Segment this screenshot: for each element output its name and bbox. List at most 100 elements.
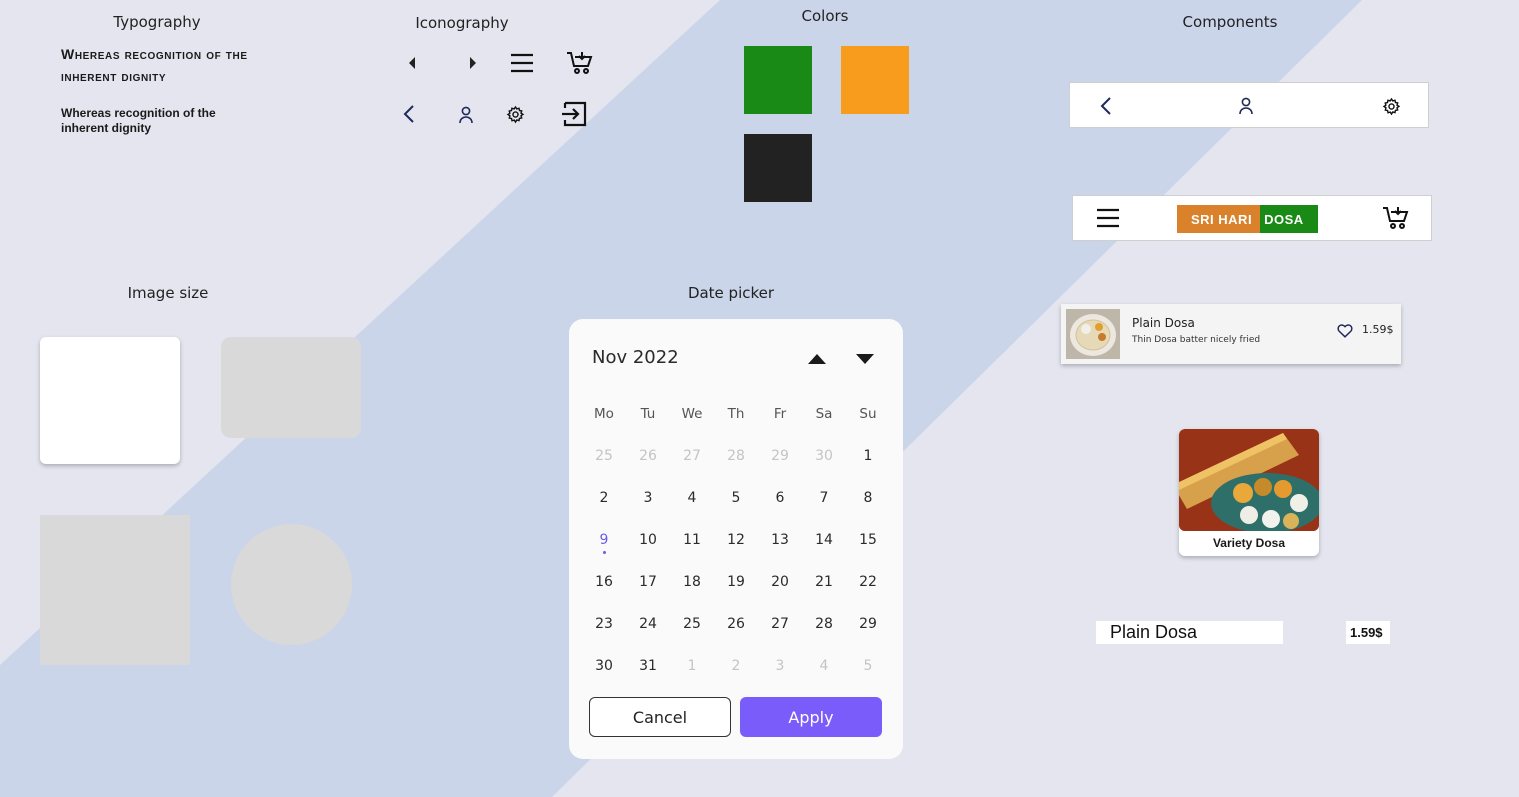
food-card-image xyxy=(1179,429,1319,531)
image-placeholder-card xyxy=(40,337,180,464)
back-chevron-icon[interactable] xyxy=(1096,95,1116,117)
weekday-header: Mo Tu We Th Fr Sa Su xyxy=(582,393,890,435)
calendar-day-outside-month[interactable]: 5 xyxy=(846,658,890,674)
calendar-day[interactable]: 20 xyxy=(758,574,802,590)
chevron-left-icon xyxy=(400,104,418,124)
color-swatch-orange xyxy=(841,46,909,114)
colors-section-title: Colors xyxy=(801,7,849,25)
calendar-day[interactable]: 18 xyxy=(670,574,714,590)
calendar-day-outside-month[interactable]: 30 xyxy=(802,448,846,464)
calendar-day-outside-month[interactable]: 28 xyxy=(714,448,758,464)
calendar-day[interactable]: 16 xyxy=(582,574,626,590)
menu-item-thumbnail xyxy=(1066,309,1120,359)
shopping-cart-icon[interactable] xyxy=(1381,204,1411,232)
calendar-day-outside-month[interactable]: 27 xyxy=(670,448,714,464)
user-icon xyxy=(457,105,475,125)
calendar-day[interactable]: 8 xyxy=(846,490,890,506)
calendar-day[interactable]: 28 xyxy=(802,616,846,632)
caret-left-icon xyxy=(404,54,422,72)
weekday-label: Th xyxy=(727,406,745,422)
weekday-label: Mo xyxy=(594,406,614,422)
calendar-day[interactable]: 30 xyxy=(582,658,626,674)
image-placeholder-circle xyxy=(231,524,352,645)
calendar-day[interactable]: 22 xyxy=(846,574,890,590)
previous-month-button[interactable] xyxy=(804,349,830,369)
next-month-button[interactable] xyxy=(852,349,878,369)
calendar-day[interactable]: 26 xyxy=(714,616,758,632)
calendar-grid: Mo Tu We Th Fr Sa Su 25 26 27 28 29 30 1 2 3 4 5 6 7 8 9 10 11… xyxy=(582,393,890,687)
settings-gear-icon[interactable] xyxy=(1381,95,1401,117)
calendar-day[interactable]: 25 xyxy=(670,616,714,632)
calendar-day[interactable]: 21 xyxy=(802,574,846,590)
weekday-label: Fr xyxy=(773,406,787,422)
calendar-days: 25 26 27 28 29 30 1 2 3 4 5 6 7 8 9 10 11 12 13 14 15 16 17 18 1… xyxy=(582,435,890,687)
weekday-label: We xyxy=(681,406,703,422)
calendar-day[interactable]: 2 xyxy=(582,490,626,506)
brand-logo-part2: DOSA xyxy=(1260,205,1318,233)
brand-header-bar: SRI HARI DOSA xyxy=(1072,195,1432,241)
image-placeholder-square xyxy=(40,515,190,665)
weekday-label: Sa xyxy=(815,406,833,422)
calendar-day[interactable]: 19 xyxy=(714,574,758,590)
components-section-title: Components xyxy=(1182,13,1278,31)
month-year-label: Nov 2022 xyxy=(592,347,679,368)
calendar-day[interactable]: 27 xyxy=(758,616,802,632)
calendar-day-outside-month[interactable]: 26 xyxy=(626,448,670,464)
hamburger-menu-icon[interactable] xyxy=(1095,206,1121,230)
settings-icon xyxy=(505,104,525,124)
calendar-day[interactable]: 15 xyxy=(846,532,890,548)
calendar-day[interactable]: 13 xyxy=(758,532,802,548)
calendar-day[interactable]: 24 xyxy=(626,616,670,632)
top-nav-bar xyxy=(1069,82,1429,128)
calendar-week-row: 16 17 18 19 20 21 22 xyxy=(582,561,890,603)
calendar-week-row: 30 31 1 2 3 4 5 xyxy=(582,645,890,687)
heart-icon[interactable] xyxy=(1336,321,1354,339)
menu-item-subtitle: Thin Dosa batter nicely fried xyxy=(1132,335,1261,345)
profile-user-icon[interactable] xyxy=(1236,95,1256,117)
calendar-week-row: 9 10 11 12 13 14 15 xyxy=(582,519,890,561)
menu-icon xyxy=(509,51,535,75)
calendar-day[interactable]: 31 xyxy=(626,658,670,674)
color-swatch-green xyxy=(744,46,812,114)
calendar-day-outside-month[interactable]: 3 xyxy=(758,658,802,674)
image-size-section-title: Image size xyxy=(127,284,209,302)
cancel-button[interactable]: Cancel xyxy=(589,697,731,737)
calendar-day-outside-month[interactable]: 29 xyxy=(758,448,802,464)
calendar-day-today[interactable]: 9 xyxy=(582,532,626,554)
calendar-day[interactable]: 7 xyxy=(802,490,846,506)
calendar-day[interactable]: 3 xyxy=(626,490,670,506)
calendar-day[interactable]: 5 xyxy=(714,490,758,506)
calendar-day[interactable]: 29 xyxy=(846,616,890,632)
calendar-day[interactable]: 11 xyxy=(670,532,714,548)
calendar-day-outside-month[interactable]: 1 xyxy=(670,658,714,674)
item-name-text: Plain Dosa xyxy=(1110,622,1198,642)
cart-icon xyxy=(565,49,595,77)
typography-section-title: Typography xyxy=(113,13,201,31)
calendar-week-row: 23 24 25 26 27 28 29 xyxy=(582,603,890,645)
calendar-day-outside-month[interactable]: 4 xyxy=(802,658,846,674)
menu-item-card[interactable]: Plain Dosa Thin Dosa batter nicely fried… xyxy=(1061,304,1401,364)
typography-heading-sample: Whereas recognition of the inherent dign… xyxy=(61,46,248,84)
calendar-week-row: 2345678 xyxy=(582,477,890,519)
calendar-day[interactable]: 12 xyxy=(714,532,758,548)
calendar-day-outside-month[interactable]: 25 xyxy=(582,448,626,464)
calendar-day[interactable]: 14 xyxy=(802,532,846,548)
calendar-day[interactable]: 1 xyxy=(846,448,890,464)
brand-logo: SRI HARI DOSA xyxy=(1177,205,1318,233)
calendar-day[interactable]: 10 xyxy=(626,532,670,548)
menu-item-price: 1.59$ xyxy=(1362,323,1394,336)
calendar-day-outside-month[interactable]: 2 xyxy=(714,658,758,674)
item-price-field: 1.59$ xyxy=(1346,621,1390,644)
calendar-day[interactable]: 23 xyxy=(582,616,626,632)
calendar-day[interactable]: 4 xyxy=(670,490,714,506)
item-price-text: 1.59$ xyxy=(1350,625,1383,640)
calendar-day[interactable]: 6 xyxy=(758,490,802,506)
calendar-day[interactable]: 17 xyxy=(626,574,670,590)
weekday-label: Su xyxy=(859,406,877,422)
apply-button[interactable]: Apply xyxy=(740,697,882,737)
item-name-field: Plain Dosa xyxy=(1096,621,1283,644)
date-picker: Nov 2022 Mo Tu We Th Fr Sa Su 25 26 27 28 29 30 1 2 3 4… xyxy=(569,319,903,759)
food-card[interactable]: Variety Dosa xyxy=(1179,429,1319,556)
weekday-label: Tu xyxy=(640,406,656,422)
color-swatch-dark xyxy=(744,134,812,202)
